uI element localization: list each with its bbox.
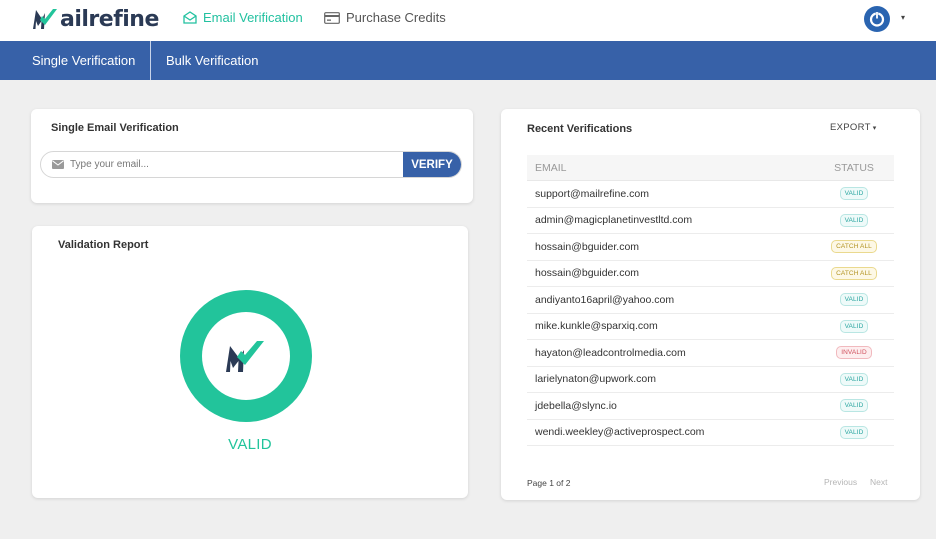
table-row[interactable]: hayaton@leadcontrolmedia.com INVALID [527,340,894,367]
row-email: hossain@bguider.com [535,240,640,253]
status-badge: INVALID [836,346,872,360]
recent-verifications-title: Recent Verifications [527,123,633,135]
email-input-group: VERIFY [40,151,462,178]
table-row[interactable]: jdebella@slync.io VALID [527,393,894,420]
column-header-status: STATUS [834,161,874,174]
top-navbar: ailrefine Email Verification Purchase Cr… [0,0,936,41]
table-row[interactable]: wendi.weekley@activeprospect.com VALID [527,420,894,446]
row-email: larielynaton@upwork.com [535,373,656,386]
row-email: hossain@bguider.com [535,267,640,280]
table-header: EMAIL STATUS [527,155,894,181]
mailrefine-mark-icon [226,341,264,372]
table-row[interactable]: larielynaton@upwork.com VALID [527,367,894,393]
row-email: admin@magicplanetinvestltd.com [535,214,693,227]
table-row[interactable]: hossain@bguider.com CATCH ALL [527,261,894,287]
credit-card-icon [324,11,340,24]
nav-email-verification-label: Email Verification [203,10,303,25]
power-icon [869,11,885,27]
validation-logo-badge [202,312,290,400]
envelope-icon [52,160,64,169]
table-row[interactable]: mike.kunkle@sparxiq.com VALID [527,314,894,340]
pagination-previous-button[interactable]: Previous [824,477,857,487]
verification-subnav: Single Verification Bulk Verification [0,41,936,80]
pagination-next-button[interactable]: Next [870,477,887,487]
row-email: jdebella@slync.io [535,399,617,412]
table-row[interactable]: andiyanto16april@yahoo.com VALID [527,287,894,314]
brand-logo[interactable]: ailrefine [31,5,159,33]
status-badge: VALID [839,399,869,413]
table-row[interactable]: hossain@bguider.com CATCH ALL [527,234,894,261]
mailrefine-logo-icon [33,9,57,29]
validation-report-title: Validation Report [58,239,149,251]
recent-verifications-card: Recent Verifications EXPORT ▾ EMAIL STATU… [501,109,920,500]
export-label: EXPORT [830,122,871,133]
logo-text: ailrefine [60,6,159,32]
tab-single-verification[interactable]: Single Verification [32,41,135,80]
export-caret-icon: ▾ [872,125,877,132]
nav-email-verification[interactable]: Email Verification [183,10,303,25]
validation-result-label: VALID [228,436,272,453]
export-dropdown-button[interactable]: EXPORT ▾ [830,122,877,133]
status-badge: CATCH ALL [831,240,877,254]
status-badge: VALID [839,293,869,307]
envelope-open-icon [183,11,197,24]
row-email: wendi.weekley@activeprospect.com [535,426,705,439]
status-badge: VALID [839,319,869,333]
row-email: support@mailrefine.com [535,187,649,200]
status-badge: VALID [839,213,869,227]
user-menu-caret-icon[interactable]: ▾ [901,13,905,22]
nav-purchase-credits[interactable]: Purchase Credits [324,10,446,25]
validation-result-ring [180,290,312,422]
status-badge: VALID [839,372,869,386]
row-email: mike.kunkle@sparxiq.com [535,320,658,333]
user-menu-button[interactable] [864,6,890,32]
subnav-divider [150,41,151,80]
email-input[interactable] [70,152,403,177]
row-email: hayaton@leadcontrolmedia.com [535,346,686,359]
nav-purchase-credits-label: Purchase Credits [346,10,446,25]
single-email-card-title: Single Email Verification [51,122,179,134]
status-badge: VALID [839,425,869,439]
single-email-verification-card: Single Email Verification VERIFY [31,109,473,203]
verify-button[interactable]: VERIFY [403,152,461,177]
column-header-email: EMAIL [535,161,567,174]
pagination-info: Page 1 of 2 [527,478,571,488]
row-email: andiyanto16april@yahoo.com [535,293,675,306]
status-badge: VALID [839,187,869,201]
table-row[interactable]: support@mailrefine.com VALID [527,181,894,208]
tab-bulk-verification[interactable]: Bulk Verification [166,41,259,80]
table-row[interactable]: admin@magicplanetinvestltd.com VALID [527,208,894,234]
recent-verifications-table: EMAIL STATUS support@mailrefine.com VALI… [527,155,894,446]
validation-report-card: Validation Report VALID [32,226,468,498]
status-badge: CATCH ALL [831,266,877,280]
